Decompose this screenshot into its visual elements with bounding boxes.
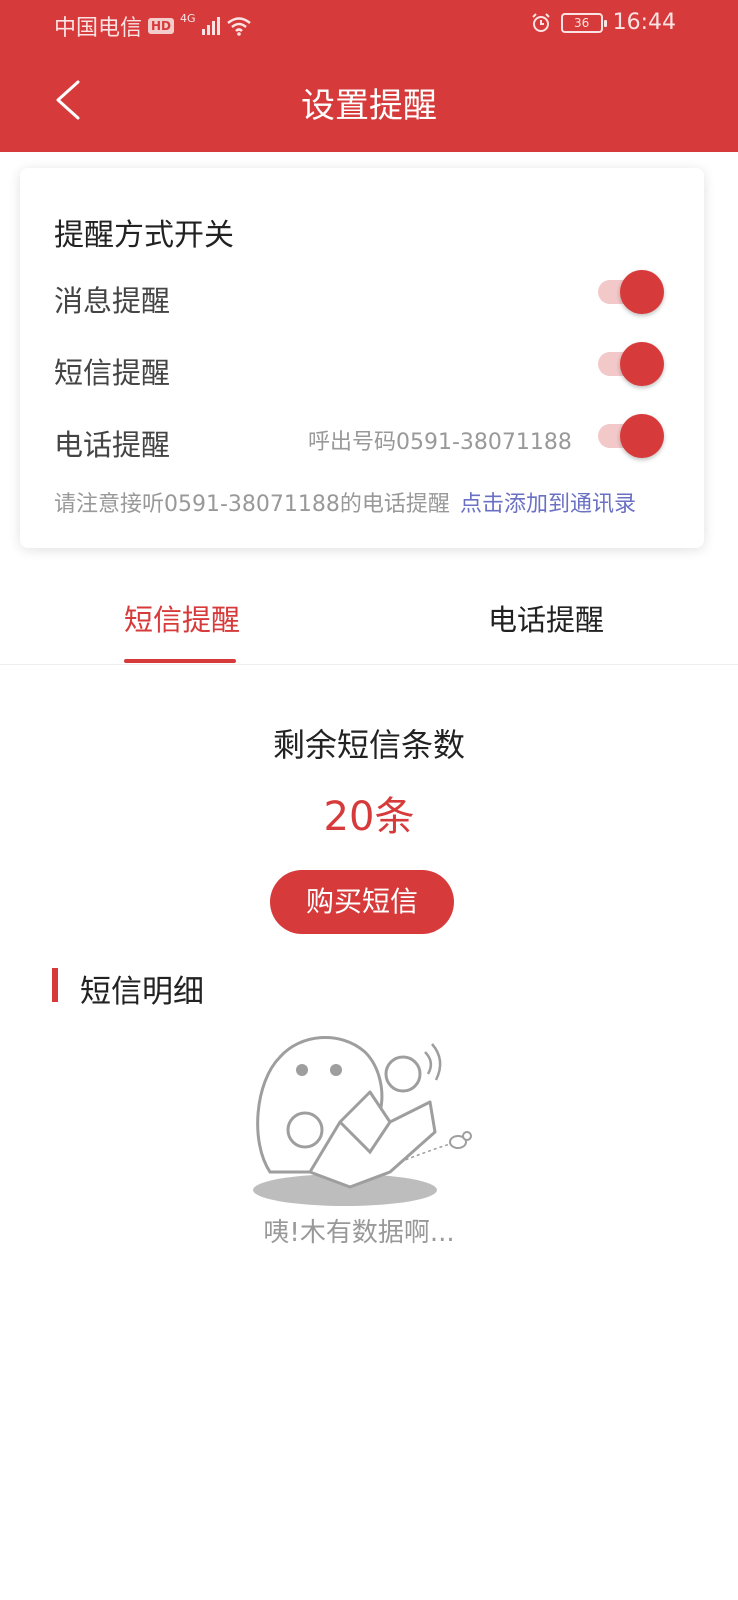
phone-reminder-label: 电话提醒 (54, 428, 171, 462)
app-header: 中国电信 HD 4G 36 16:44 设置提醒 (0, 0, 738, 152)
message-reminder-label: 消息提醒 (54, 284, 171, 318)
page-title: 设置提醒 (301, 86, 437, 126)
status-right: 36 16:44 (531, 10, 676, 35)
section-accent-bar (52, 968, 58, 1002)
battery-icon: 36 (560, 12, 607, 33)
hd-badge: HD (148, 18, 175, 34)
buy-sms-button[interactable]: 购买短信 (270, 870, 454, 934)
nav-bar: 设置提醒 (0, 60, 738, 142)
carrier-name: 中国电信 (54, 16, 143, 41)
alarm-icon (531, 12, 550, 32)
status-bar: 中国电信 HD 4G 36 16:44 (0, 0, 738, 50)
status-left: 中国电信 HD 4G (54, 10, 252, 42)
empty-state-illustration (253, 1035, 472, 1206)
remaining-sms-label: 剩余短信条数 (272, 726, 465, 764)
network-type: 4G (180, 11, 196, 25)
toggle-knob (620, 414, 664, 458)
tab-phone-reminder[interactable]: 电话提醒 (488, 597, 604, 639)
sms-detail-title: 短信明细 (80, 974, 204, 1010)
card-title: 提醒方式开关 (54, 218, 234, 253)
clock: 16:44 (612, 10, 676, 35)
outgoing-number: 呼出号码0591-38071188 (308, 430, 572, 455)
add-to-contacts-link[interactable]: 点击添加到通讯录 (460, 486, 636, 518)
tab-sms-reminder[interactable]: 短信提醒 (124, 597, 240, 639)
reminder-tabs: 短信提醒 电话提醒 (0, 575, 738, 665)
toggle-knob (620, 342, 664, 386)
sms-reminder-toggle[interactable] (598, 342, 664, 386)
reminder-settings-card: 提醒方式开关 消息提醒 短信提醒 电话提醒 呼出号码0591-38071188 … (20, 168, 704, 548)
toggle-knob (620, 270, 664, 314)
empty-state-text: 咦!木有数据啊... (263, 1218, 455, 1248)
sms-reminder-label: 短信提醒 (54, 356, 171, 390)
active-tab-indicator (124, 659, 236, 663)
signal-icon (201, 17, 220, 35)
phone-reminder-toggle[interactable] (598, 414, 664, 458)
remaining-sms-count: 20条 (323, 794, 415, 840)
notice-text: 请注意接听0591-38071188的电话提醒 (54, 492, 450, 517)
wifi-icon (226, 17, 251, 36)
message-reminder-toggle[interactable] (598, 270, 664, 314)
